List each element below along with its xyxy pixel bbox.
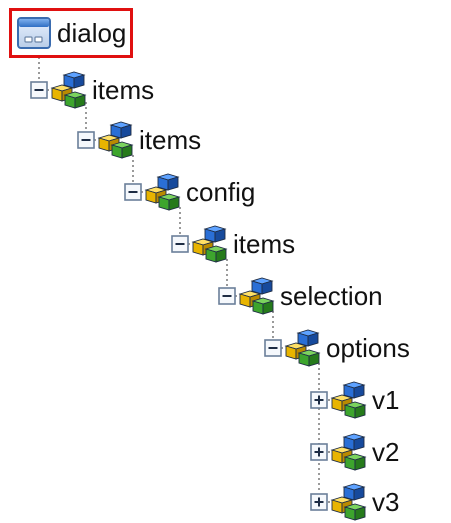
tree-node-label: selection bbox=[280, 281, 383, 311]
component-node-icon bbox=[330, 433, 368, 471]
tree-node-v3[interactable]: v3 bbox=[310, 481, 399, 523]
tree-node-items[interactable]: items bbox=[171, 223, 295, 265]
collapse-minus-icon[interactable] bbox=[124, 183, 142, 201]
tree-node-options[interactable]: options bbox=[264, 327, 410, 369]
collapse-minus-icon[interactable] bbox=[171, 235, 189, 253]
component-node-icon bbox=[50, 71, 88, 109]
tree-node-label: config bbox=[186, 177, 256, 207]
tree-node-v1[interactable]: v1 bbox=[310, 379, 399, 421]
component-node-icon bbox=[284, 329, 322, 367]
collapse-minus-icon[interactable] bbox=[218, 287, 236, 305]
tree-node-label: v2 bbox=[372, 437, 400, 467]
tree-node-selection[interactable]: selection bbox=[218, 275, 383, 317]
collapse-minus-icon[interactable] bbox=[30, 81, 48, 99]
tree-root-dialog[interactable]: dialog bbox=[9, 8, 134, 58]
component-node-icon bbox=[144, 173, 182, 211]
collapse-minus-icon[interactable] bbox=[77, 131, 95, 149]
tree-node-label: items bbox=[92, 75, 155, 105]
tree-node-label: v3 bbox=[372, 487, 400, 517]
component-node-icon bbox=[238, 277, 276, 315]
tree-node-v2[interactable]: v2 bbox=[310, 431, 399, 473]
component-tree: dialog items items config items selectio… bbox=[0, 0, 451, 523]
dialog-window-icon bbox=[15, 14, 53, 52]
tree-node-label: items bbox=[233, 229, 296, 259]
expand-plus-icon[interactable] bbox=[310, 443, 328, 461]
tree-node-config[interactable]: config bbox=[124, 171, 255, 213]
collapse-minus-icon[interactable] bbox=[264, 339, 282, 357]
tree-node-label: v1 bbox=[372, 385, 400, 415]
component-node-icon bbox=[330, 483, 368, 521]
tree-node-label: items bbox=[139, 125, 202, 155]
expand-plus-icon[interactable] bbox=[310, 391, 328, 409]
component-node-icon bbox=[191, 225, 229, 263]
tree-node-items[interactable]: items bbox=[30, 69, 154, 111]
tree-node-items[interactable]: items bbox=[77, 119, 201, 161]
expand-plus-icon[interactable] bbox=[310, 493, 328, 511]
component-node-icon bbox=[97, 121, 135, 159]
component-node-icon bbox=[330, 381, 368, 419]
tree-node-label: dialog bbox=[57, 18, 127, 48]
tree-node-label: options bbox=[326, 333, 410, 363]
